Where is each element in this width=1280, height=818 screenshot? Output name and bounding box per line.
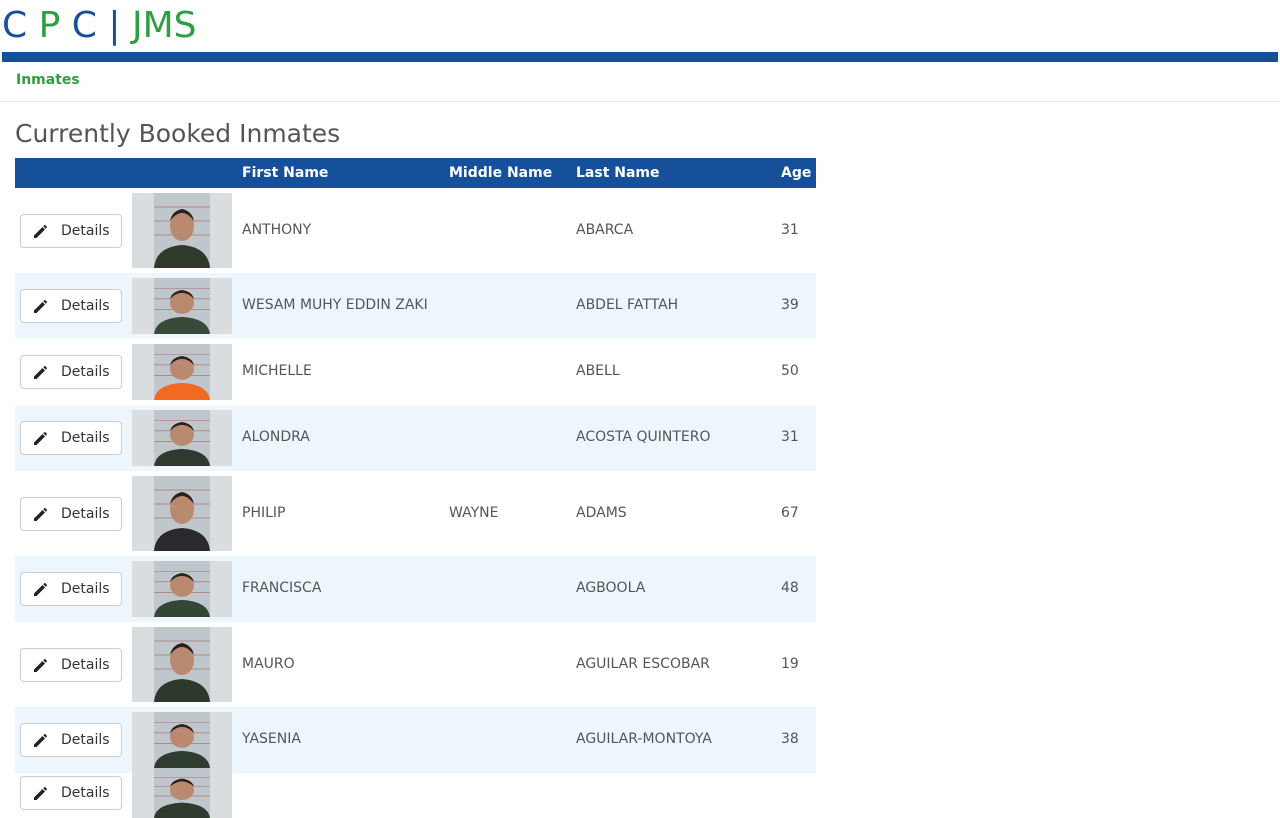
- details-button[interactable]: Details: [20, 572, 122, 606]
- age-cell: 31: [781, 429, 799, 445]
- details-button-label: Details: [61, 581, 110, 597]
- age-cell: 31: [781, 222, 799, 238]
- table-row: Details ALONDRA ACOSTA QUINTERO 31: [15, 405, 816, 471]
- mugshot-photo: [132, 712, 232, 768]
- logo-separator: |: [108, 5, 121, 46]
- age-cell: 50: [781, 363, 799, 379]
- mugshot-photo: [132, 476, 232, 551]
- details-button-label: Details: [61, 506, 110, 522]
- pencil-icon: [34, 583, 47, 596]
- mugshot-photo: [132, 410, 232, 466]
- table-header: First Name Middle Name Last Name Age: [15, 158, 816, 188]
- header-last-name: Last Name: [576, 165, 660, 181]
- header-age: Age: [781, 165, 812, 181]
- last-name-cell: ABELL: [576, 363, 620, 379]
- details-button[interactable]: Details: [20, 723, 122, 757]
- inmates-table: First Name Middle Name Last Name Age Det…: [15, 158, 816, 818]
- header-middle-name: Middle Name: [449, 165, 553, 181]
- pencil-icon: [34, 300, 47, 313]
- table-row: Details PHILIP WAYNE ADAMS 67: [15, 471, 816, 556]
- header-first-name: First Name: [242, 165, 329, 181]
- page-title: Currently Booked Inmates: [15, 119, 341, 148]
- pencil-icon: [34, 432, 47, 445]
- first-name-cell: YASENIA: [242, 731, 301, 747]
- details-button[interactable]: Details: [20, 497, 122, 531]
- details-button[interactable]: Details: [20, 421, 122, 455]
- table-row: Details ANTHONY ABARCA 31: [15, 188, 816, 273]
- details-button[interactable]: Details: [20, 214, 122, 248]
- details-button[interactable]: Details: [20, 776, 122, 810]
- table-row: Details YASENIA AGUILAR-MONTOYA 38: [15, 707, 816, 773]
- header-bar: [2, 52, 1278, 62]
- last-name-cell: ACOSTA QUINTERO: [576, 429, 711, 445]
- table-row: Details MAURO AGUILAR ESCOBAR 19: [15, 622, 816, 707]
- nav-bar: Inmates: [0, 62, 1280, 102]
- details-button[interactable]: Details: [20, 355, 122, 389]
- table-row: Details: [15, 768, 816, 818]
- mugshot-photo: [132, 561, 232, 617]
- pencil-icon: [34, 508, 47, 521]
- first-name-cell: FRANCISCA: [242, 580, 322, 596]
- last-name-cell: ABARCA: [576, 222, 634, 238]
- table-body: Details ANTHONY ABARCA 31 Details WESAM MUHY …: [15, 188, 816, 818]
- age-cell: 48: [781, 580, 799, 596]
- last-name-cell: AGUILAR ESCOBAR: [576, 656, 710, 672]
- first-name-cell: MICHELLE: [242, 363, 312, 379]
- details-button-label: Details: [61, 364, 110, 380]
- logo-letter-c: C: [2, 5, 28, 46]
- pencil-icon: [34, 366, 47, 379]
- first-name-cell: MAURO: [242, 656, 295, 672]
- logo-letter-p: P: [38, 5, 61, 46]
- pencil-icon: [34, 659, 47, 672]
- first-name-cell: ALONDRA: [242, 429, 310, 445]
- last-name-cell: ADAMS: [576, 505, 627, 521]
- middle-name-cell: WAYNE: [449, 505, 499, 521]
- age-cell: 38: [781, 731, 799, 747]
- nav-link-inmates[interactable]: Inmates: [16, 72, 80, 88]
- table-row: Details FRANCISCA AGBOOLA 48: [15, 556, 816, 622]
- details-button[interactable]: Details: [20, 289, 122, 323]
- site-logo[interactable]: C P C | JMS: [2, 4, 196, 48]
- age-cell: 67: [781, 505, 799, 521]
- details-button-label: Details: [61, 223, 110, 239]
- details-button-label: Details: [61, 785, 110, 801]
- table-row: Details MICHELLE ABELL 50: [15, 339, 816, 405]
- details-button-label: Details: [61, 657, 110, 673]
- first-name-cell: PHILIP: [242, 505, 286, 521]
- logo-jms: JMS: [131, 5, 197, 46]
- first-name-cell: WESAM MUHY EDDIN ZAKI: [242, 297, 428, 313]
- mugshot-photo: [132, 344, 232, 400]
- last-name-cell: ABDEL FATTAH: [576, 297, 679, 313]
- logo-letter-c2: C: [71, 5, 97, 46]
- first-name-cell: ANTHONY: [242, 222, 312, 238]
- last-name-cell: AGUILAR-MONTOYA: [576, 731, 712, 747]
- pencil-icon: [34, 225, 47, 238]
- age-cell: 39: [781, 297, 799, 313]
- mugshot-photo: [132, 278, 232, 334]
- pencil-icon: [34, 734, 47, 747]
- age-cell: 19: [781, 656, 799, 672]
- mugshot-photo: [132, 193, 232, 268]
- mugshot-photo: [132, 627, 232, 702]
- mugshot-photo: [132, 768, 232, 818]
- table-row: Details WESAM MUHY EDDIN ZAKI ABDEL FATTAH…: [15, 273, 816, 339]
- details-button[interactable]: Details: [20, 648, 122, 682]
- details-button-label: Details: [61, 732, 110, 748]
- last-name-cell: AGBOOLA: [576, 580, 646, 596]
- details-button-label: Details: [61, 298, 110, 314]
- details-button-label: Details: [61, 430, 110, 446]
